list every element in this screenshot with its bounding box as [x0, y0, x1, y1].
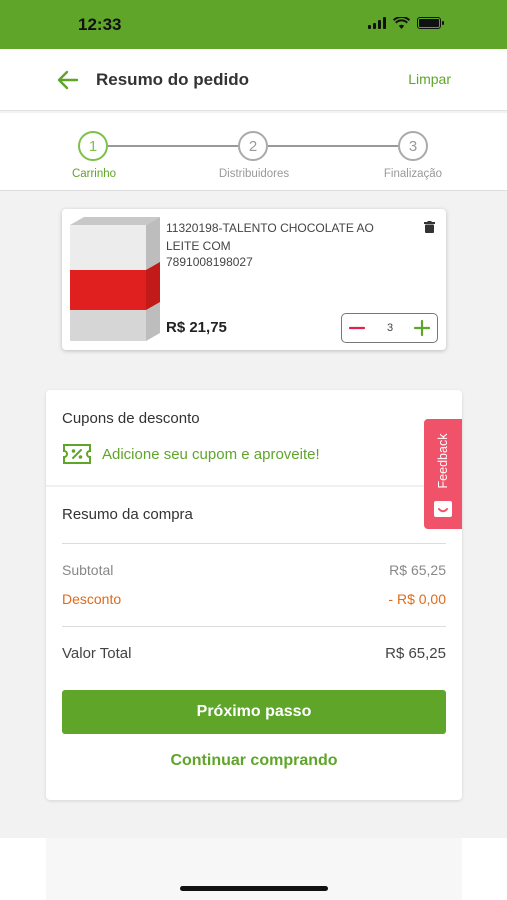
- status-icons: [368, 17, 444, 29]
- back-arrow-icon[interactable]: [56, 68, 80, 92]
- step-connector: [108, 145, 238, 147]
- step-3-circle: 3: [398, 131, 428, 161]
- subtotal-label: Subtotal: [62, 562, 114, 578]
- add-coupon-label: Adicione seu cupom e aproveite!: [102, 445, 320, 463]
- feedback-smile-icon: [434, 501, 452, 517]
- next-step-button[interactable]: Próximo passo: [62, 690, 446, 734]
- step-2-label: Distribuidores: [218, 168, 290, 180]
- feedback-tab[interactable]: Feedback: [424, 419, 462, 529]
- feedback-label: Feedback: [436, 433, 450, 489]
- step-1-label: Carrinho: [71, 168, 117, 180]
- step-3-label: Finalização: [383, 168, 443, 180]
- product-name: 11320198-TALENTO CHOCOLATE AO LEITE COM: [166, 221, 374, 253]
- step-1-circle: 1: [78, 131, 108, 161]
- checkout-stepper: 1 Carrinho 2 Distribuidores 3 Finalizaçã…: [0, 113, 507, 191]
- quantity-value[interactable]: 3: [372, 322, 408, 334]
- discount-label: Desconto: [62, 591, 122, 607]
- cellular-signal-icon: [368, 17, 386, 29]
- home-indicator[interactable]: [180, 886, 328, 891]
- status-bar: 12:33: [0, 0, 507, 49]
- battery-icon: [417, 17, 444, 29]
- subtotal-value: R$ 65,25: [389, 562, 446, 578]
- plus-icon[interactable]: [413, 319, 431, 337]
- summary-title: Resumo da compra: [62, 506, 193, 523]
- discount-value: - R$ 0,00: [388, 591, 446, 607]
- quantity-stepper: 3: [341, 313, 438, 343]
- product-image: [70, 217, 160, 341]
- trash-icon[interactable]: [424, 221, 435, 233]
- coupon-ticket-icon: [63, 444, 91, 464]
- clear-button[interactable]: Limpar: [408, 71, 451, 87]
- add-coupon-button[interactable]: Adicione seu cupom e aproveite!: [62, 442, 320, 466]
- total-value: R$ 65,25: [385, 645, 446, 662]
- product-price: R$ 21,75: [166, 319, 227, 336]
- divider: [62, 543, 446, 544]
- page-title: Resumo do pedido: [96, 70, 249, 89]
- divider: [62, 626, 446, 627]
- product-code: 7891008198027: [166, 255, 253, 269]
- coupons-title: Cupons de desconto: [62, 410, 200, 427]
- step-connector: [268, 145, 398, 147]
- continue-shopping-link[interactable]: Continuar comprando: [62, 752, 446, 770]
- minus-icon[interactable]: [348, 319, 366, 337]
- total-label: Valor Total: [62, 645, 132, 662]
- app-header: Resumo do pedido Limpar: [0, 49, 507, 111]
- wifi-icon: [393, 17, 410, 29]
- cart-item-card: 11320198-TALENTO CHOCOLATE AO LEITE COM …: [62, 209, 446, 350]
- order-summary-panel: Cupons de desconto Adicione seu cupom e …: [46, 390, 462, 800]
- section-divider: [46, 485, 462, 487]
- status-time: 12:33: [78, 15, 122, 34]
- step-2-circle: 2: [238, 131, 268, 161]
